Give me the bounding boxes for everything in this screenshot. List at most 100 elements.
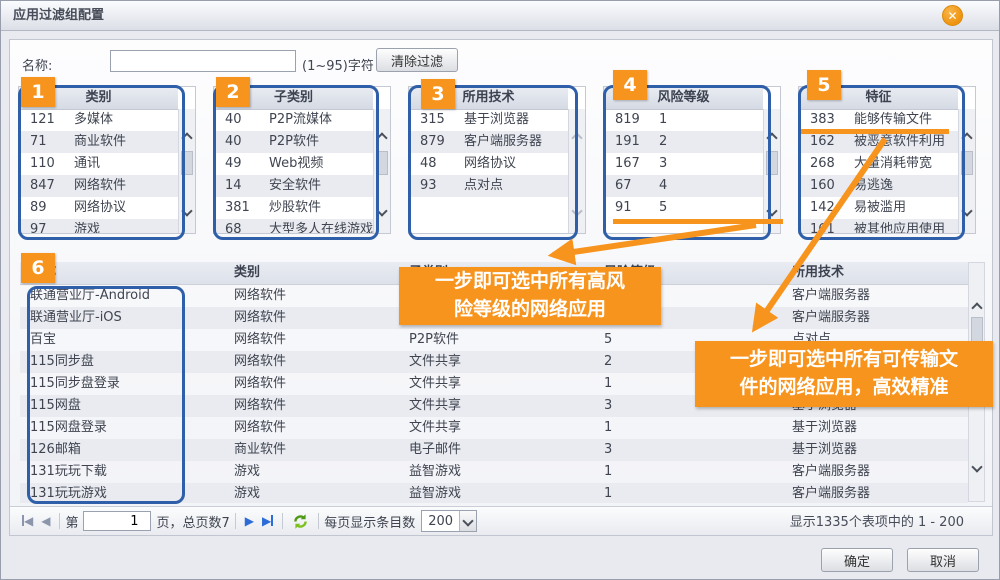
scroll-up-icon[interactable] <box>962 131 972 141</box>
list-item[interactable]: 160 易逃逸 <box>799 175 958 197</box>
table-row[interactable]: 131玩玩下载 游戏 益智游戏 1 客户端服务器 <box>20 461 968 483</box>
item-label: 被其他应用使用 <box>854 219 958 233</box>
list-item[interactable]: 315 基于浏览器 <box>409 109 568 131</box>
close-button[interactable]: ✕ <box>942 5 963 26</box>
table-row[interactable]: 115网盘登录 网络软件 文件共享 1 基于浏览器 <box>20 417 968 439</box>
chevron-down-icon[interactable] <box>459 511 476 531</box>
scrollbar[interactable] <box>178 109 195 233</box>
cell-technology: 点对点 <box>787 329 968 351</box>
list-item[interactable]: 847 网络软件 <box>19 175 178 197</box>
item-count: 110 <box>19 153 74 175</box>
scrollbar[interactable] <box>373 109 390 233</box>
list-item[interactable]: 167 3 <box>604 153 763 175</box>
cell-subcategory: 益智游戏 <box>402 461 597 483</box>
scroll-thumb[interactable] <box>971 317 983 347</box>
scroll-thumb[interactable] <box>766 151 778 175</box>
scroll-down-icon[interactable] <box>182 207 192 217</box>
list-item[interactable]: 110 通讯 <box>19 153 178 175</box>
list-item[interactable]: 93 点对点 <box>409 175 568 197</box>
scroll-thumb[interactable] <box>961 151 973 175</box>
name-input[interactable] <box>110 50 296 72</box>
cell-category: 商业软件 <box>230 439 402 461</box>
scrollbar[interactable] <box>958 109 975 233</box>
list-item[interactable]: 142 易被滥用 <box>799 197 958 219</box>
next-page-button[interactable]: ▶ <box>245 513 254 529</box>
column-header-risk[interactable]: 风险等级 <box>597 262 787 284</box>
cell-category: 游戏 <box>230 461 402 483</box>
item-label: 网络协议 <box>464 153 568 175</box>
cell-technology: 基于浏览器 <box>787 417 968 439</box>
list-item[interactable]: 121 多媒体 <box>19 109 178 131</box>
list-item[interactable]: 162 被恶意软件利用 <box>799 131 958 153</box>
list-rows: 40 P2P流媒体 40 P2P软件 49 Web视频 14 安全软件 381 … <box>214 109 373 233</box>
scrollbar[interactable] <box>763 109 780 233</box>
ok-button[interactable]: 确定 <box>821 548 893 572</box>
list-item[interactable]: 67 4 <box>604 175 763 197</box>
table-row[interactable]: 115同步盘登录 网络软件 文件共享 1 <box>20 373 968 395</box>
list-item[interactable]: 40 P2P流媒体 <box>214 109 373 131</box>
item-count: 71 <box>19 131 74 153</box>
column-header-category[interactable]: 类别 <box>230 262 402 284</box>
list-item[interactable]: 879 客户端服务器 <box>409 131 568 153</box>
scroll-up-icon[interactable] <box>182 131 192 141</box>
list-item[interactable]: 91 5 <box>604 197 763 219</box>
list-item[interactable]: 68 大型多人在线游戏 <box>214 219 373 233</box>
table-scrollbar[interactable] <box>968 262 985 502</box>
list-item[interactable]: 268 大量消耗带宽 <box>799 153 958 175</box>
scroll-down-icon[interactable] <box>377 207 387 217</box>
refresh-button[interactable] <box>292 513 309 530</box>
list-item[interactable]: 14 安全软件 <box>214 175 373 197</box>
clear-filter-button[interactable]: 清除过滤 <box>376 48 458 72</box>
list-header: 风险等级 <box>604 87 763 110</box>
cell-technology: 基于浏览器 <box>787 439 968 461</box>
cell-technology: 基于浏览器 <box>787 395 968 417</box>
table-row[interactable]: 联通营业厅-iOS 网络软件 客户端服务器 <box>20 307 968 329</box>
table-row[interactable]: 115网盘 网络软件 文件共享 3 基于浏览器 <box>20 395 968 417</box>
first-page-button[interactable]: ◀ <box>22 513 33 529</box>
item-count: 67 <box>604 175 659 197</box>
column-header-subcategory[interactable]: 子类别 <box>402 262 597 284</box>
cell-risk <box>597 285 787 307</box>
scroll-up-icon[interactable] <box>972 301 982 311</box>
scrollbar[interactable] <box>568 109 585 233</box>
name-label: 名称: <box>22 55 52 74</box>
prev-page-button[interactable]: ◀ <box>41 513 50 529</box>
table-row[interactable]: 联通营业厅-Android 网络软件 客户端服务器 <box>20 285 968 307</box>
last-page-button[interactable]: ▶ <box>262 513 273 529</box>
list-item[interactable]: 381 炒股软件 <box>214 197 373 219</box>
scroll-up-icon[interactable] <box>767 131 777 141</box>
list-item[interactable]: 161 被其他应用使用 <box>799 219 958 233</box>
cell-risk: 2 <box>597 351 787 373</box>
column-header-technology[interactable]: 所用技术 <box>787 262 968 284</box>
list-item[interactable]: 48 网络协议 <box>409 153 568 175</box>
scroll-up-icon[interactable] <box>572 131 582 141</box>
item-count: 268 <box>799 153 854 175</box>
scroll-up-icon[interactable] <box>377 131 387 141</box>
scroll-down-icon[interactable] <box>572 207 582 217</box>
cancel-button[interactable]: 取消 <box>907 548 979 572</box>
item-count: 381 <box>214 197 269 219</box>
scroll-thumb[interactable] <box>181 151 193 175</box>
list-item[interactable]: 40 P2P软件 <box>214 131 373 153</box>
list-item[interactable]: 97 游戏 <box>19 219 178 233</box>
separator <box>59 513 60 529</box>
scroll-down-icon[interactable] <box>962 207 972 217</box>
list-item[interactable]: 89 网络协议 <box>19 197 178 219</box>
scroll-down-icon[interactable] <box>767 207 777 217</box>
table-row[interactable]: 115同步盘 网络软件 文件共享 2 <box>20 351 968 373</box>
scroll-down-icon[interactable] <box>972 463 982 473</box>
per-page-select[interactable]: 200 <box>421 510 477 532</box>
list-item[interactable]: 191 2 <box>604 131 763 153</box>
item-count: 191 <box>604 131 659 153</box>
item-label: 商业软件 <box>74 131 178 153</box>
page-number-input[interactable] <box>83 511 151 531</box>
list-item[interactable]: 383 能够传输文件 <box>799 109 958 131</box>
column-header-name[interactable]: 名称 <box>20 262 230 284</box>
table-row[interactable]: 126邮箱 商业软件 电子邮件 3 基于浏览器 <box>20 439 968 461</box>
table-row[interactable]: 百宝 网络软件 P2P软件 5 点对点 <box>20 329 968 351</box>
scroll-thumb[interactable] <box>376 151 388 175</box>
list-item[interactable]: 71 商业软件 <box>19 131 178 153</box>
list-item[interactable]: 819 1 <box>604 109 763 131</box>
table-row[interactable]: 131玩玩游戏 游戏 益智游戏 1 客户端服务器 <box>20 483 968 503</box>
list-item[interactable]: 49 Web视频 <box>214 153 373 175</box>
